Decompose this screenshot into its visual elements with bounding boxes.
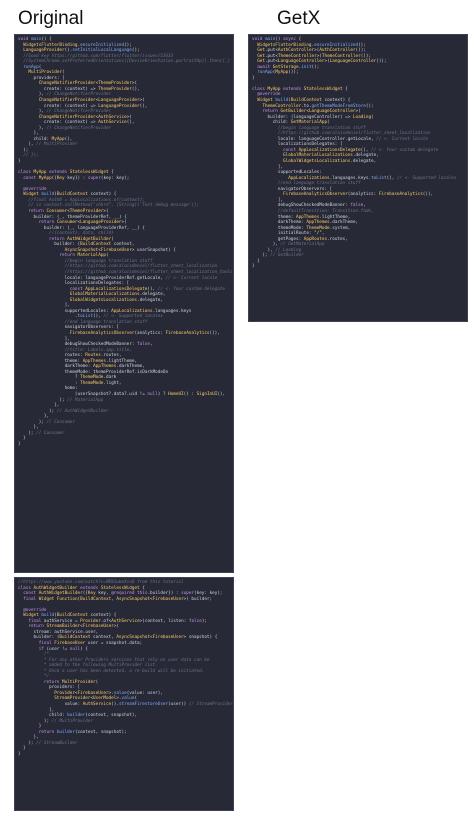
code-line: } [252,264,255,270]
getx-heading: GetX [277,8,321,29]
code-line: } [18,441,21,447]
getx-main-code-panel[interactable]: void main() async { WidgetsFlutterBindin… [248,34,468,322]
original-auth-widget-code-panel[interactable]: //https://www.youtube.com/watch?v=MEN1wb… [14,577,234,811]
code-line: * Once a user has been detected, a re-bu… [43,668,205,674]
code-line: FirebaseAnalyticsObserver(analytics: Fir… [69,330,220,336]
code-lines: void main() async { WidgetsFlutterBindin… [249,35,467,270]
code-lines: void main() { WidgetsFlutterBinding.ensu… [15,35,233,447]
code-line: } [18,751,21,757]
code-line: (userSnapshot?.data?.uid != null) ? Home… [18,392,226,397]
code-lines: //https://www.youtube.com/watch?v=MEN1wb… [15,578,233,758]
original-main-code-panel[interactable]: void main() { WidgetsFlutterBinding.ensu… [14,34,234,573]
code-line: final Widget Function(BuildContext, Asyn… [23,596,213,602]
original-heading: Original [18,8,84,29]
code-line: value: AuthService().streamFirestoreUser… [64,702,233,708]
code-line: FirebaseAnalyticsObserver(analytics: Fir… [283,192,434,198]
code-line: //SystemChrome.setPreferredOrientations(… [23,59,234,65]
